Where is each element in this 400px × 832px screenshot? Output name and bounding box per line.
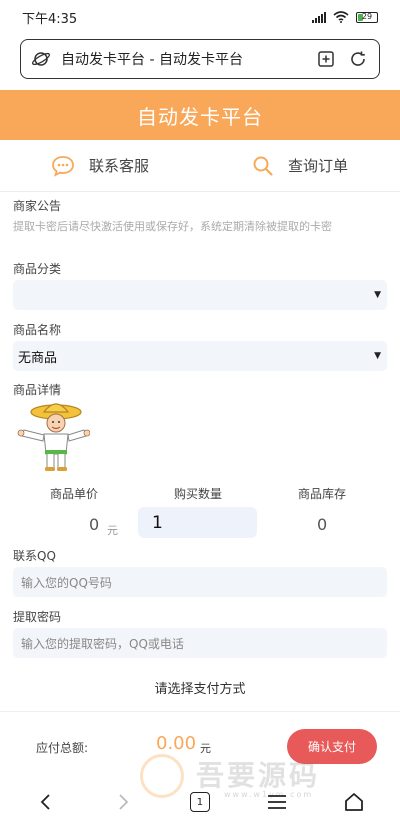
stock-label: 商品库存: [298, 487, 347, 501]
confirm-pay-button[interactable]: 确认支付: [287, 729, 377, 764]
product-select-value: 无商品: [18, 350, 58, 366]
query-order-button[interactable]: 查询订单: [200, 140, 400, 191]
battery-icon: 29: [356, 11, 378, 23]
quantity-label: 购买数量: [174, 487, 223, 501]
address-bar[interactable]: 自动发卡平台 - 自动发卡平台: [20, 39, 380, 79]
forward-icon[interactable]: [103, 782, 143, 822]
search-icon: [253, 156, 273, 176]
tabs-button[interactable]: 1: [180, 782, 220, 822]
product-select[interactable]: 无商品 ▼: [13, 341, 387, 371]
category-select[interactable]: ▼: [13, 280, 387, 310]
details-label: 商品详情: [13, 383, 62, 397]
home-icon[interactable]: [334, 782, 374, 822]
status-icons: 29: [312, 11, 378, 23]
contact-service-button[interactable]: 联系客服: [0, 140, 200, 191]
price-value: 0: [89, 515, 100, 534]
tab-count: 1: [189, 792, 210, 812]
price-unit: 元: [107, 524, 118, 537]
dropdown-arrow-icon: ▼: [374, 290, 381, 300]
menu-icon[interactable]: [257, 782, 297, 822]
bookmark-add-icon[interactable]: [315, 48, 337, 70]
price-label: 商品单价: [50, 487, 99, 501]
query-order-label: 查询订单: [287, 157, 348, 175]
quantity-input[interactable]: 1: [138, 507, 257, 538]
category-label: 商品分类: [13, 262, 62, 276]
checkout-footer: 应付总额: 0.00 元 确认支付: [0, 711, 400, 773]
notice-title: 商家公告: [13, 199, 62, 213]
payment-method-title[interactable]: 请选择支付方式: [0, 678, 400, 697]
qq-label: 联系QQ: [13, 549, 56, 563]
total-unit: 元: [200, 742, 211, 755]
status-bar: 下午4:35 29: [0, 0, 400, 34]
quantity-value: 1: [152, 512, 163, 533]
reload-icon[interactable]: [347, 48, 369, 70]
status-time: 下午4:35: [22, 11, 78, 27]
qq-placeholder: 输入您的QQ号码: [21, 575, 112, 590]
back-icon[interactable]: [26, 782, 66, 822]
signal-icon: [312, 11, 326, 23]
password-input[interactable]: 输入您的提取密码，QQ或电话: [13, 628, 387, 658]
contact-service-label: 联系客服: [88, 157, 149, 175]
page-header: 自动发卡平台: [0, 90, 400, 140]
mascot-image: [17, 403, 90, 471]
page-title: 自动发卡平台: [137, 104, 263, 129]
planet-icon: [31, 52, 51, 66]
address-text[interactable]: 自动发卡平台 - 自动发卡平台: [61, 49, 305, 69]
notice-text: 提取卡密后请尽快激活使用或保存好，系统定期清除被提取的卡密: [13, 220, 332, 233]
wifi-icon: [333, 11, 349, 23]
quick-nav: 联系客服 查询订单: [0, 140, 400, 192]
password-placeholder: 输入您的提取密码，QQ或电话: [21, 636, 184, 651]
qq-input[interactable]: 输入您的QQ号码: [13, 567, 387, 597]
browser-nav-bar: 1: [0, 772, 400, 832]
stock-value: 0: [317, 515, 328, 534]
chat-icon: [52, 155, 74, 177]
dropdown-arrow-icon: ▼: [374, 351, 381, 361]
total-value: 0.00: [156, 733, 197, 754]
total-label: 应付总额:: [36, 741, 89, 755]
product-label: 商品名称: [13, 323, 62, 337]
password-label: 提取密码: [13, 610, 62, 624]
